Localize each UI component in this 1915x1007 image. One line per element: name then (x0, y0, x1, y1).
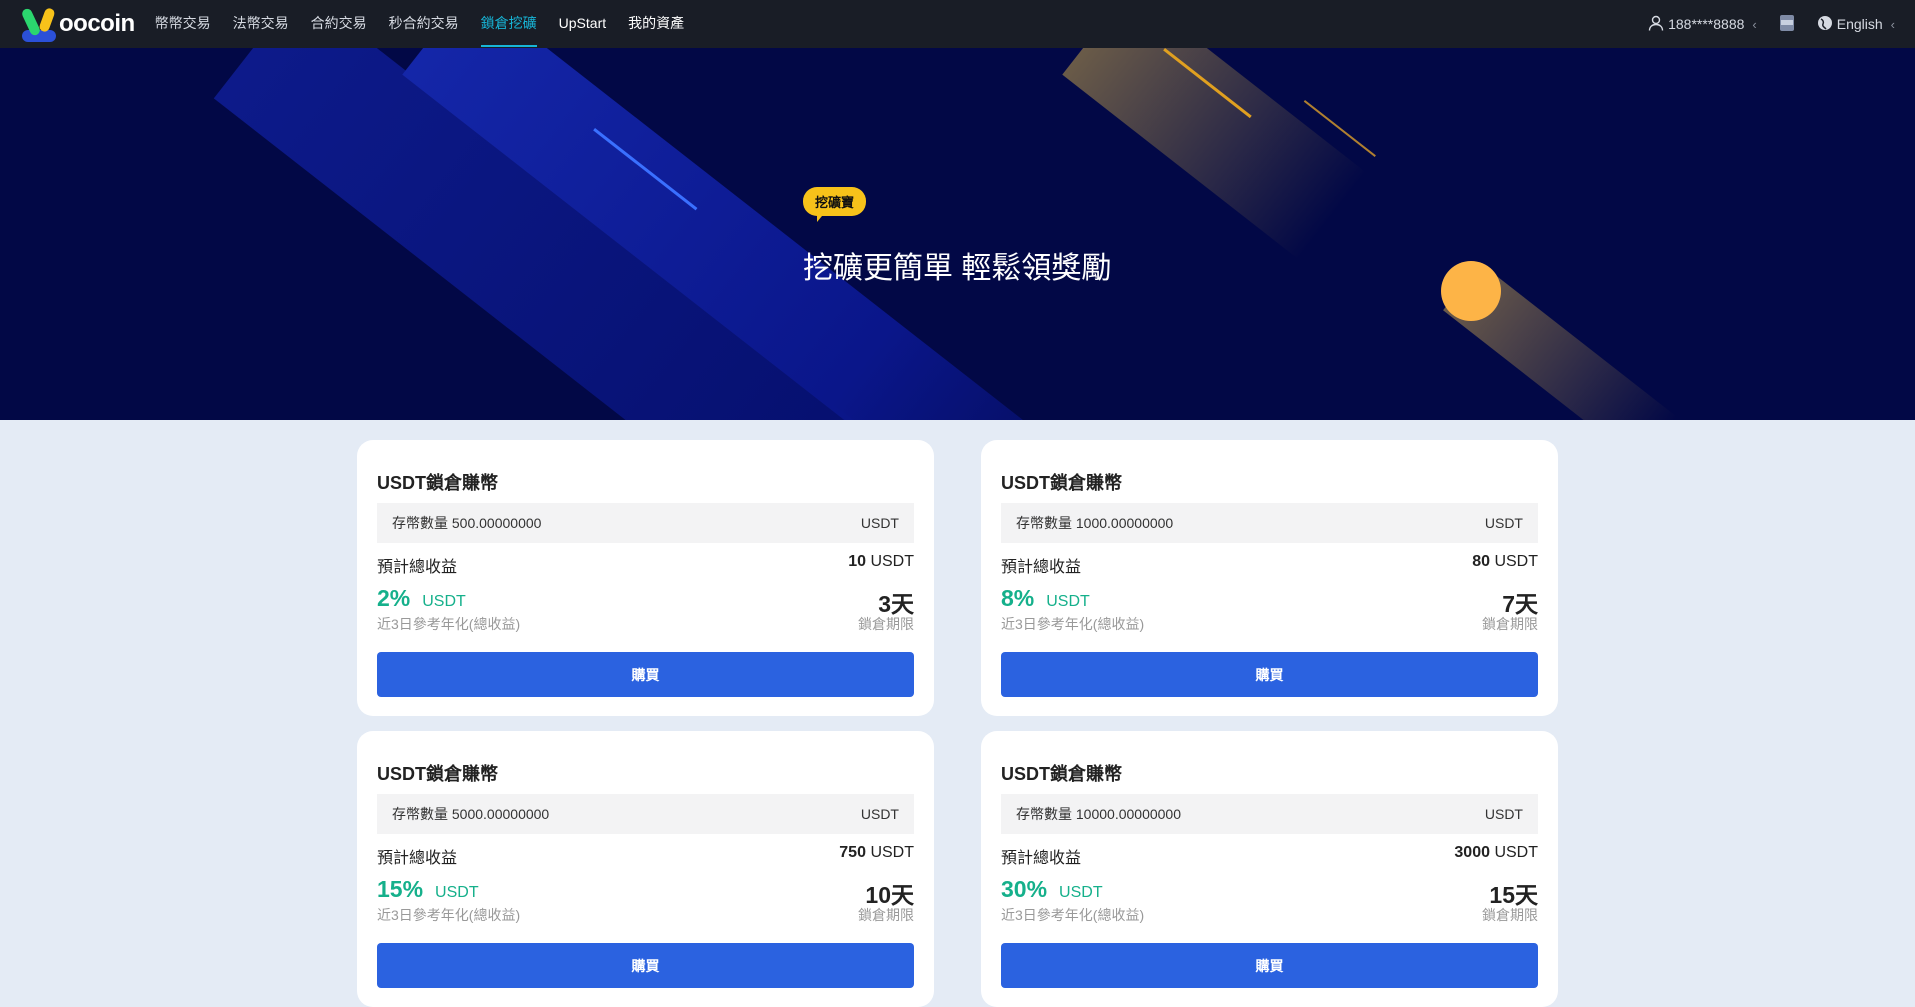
qty-unit: USDT (860, 806, 899, 822)
app-download-icon[interactable] (1779, 14, 1795, 35)
days-label: 鎖倉期限 (858, 616, 914, 632)
user-account[interactable]: 188****8888 (1668, 16, 1744, 32)
income-label: 預計總收益 (1001, 559, 1082, 576)
rate-label: 近3日參考年化(總收益) (377, 616, 521, 632)
qty-value: 500.00000000 (451, 515, 542, 531)
product-card: USDT鎖倉賺幣 存幣數量 1000.00000000 USDT 預計總收益 80 … (981, 440, 1558, 716)
qty-label: 存幣數量 (1016, 806, 1072, 822)
nav-spot[interactable]: 幣幣交易 (155, 0, 211, 48)
card-title: USDT鎖倉賺幣 (1001, 764, 1122, 784)
nav-second-contract[interactable]: 秒合約交易 (389, 0, 459, 48)
rate-unit: USDT (1046, 593, 1090, 610)
globe-icon[interactable] (1817, 15, 1833, 34)
banner-tag: 挖礦寶 (803, 187, 867, 216)
buy-button[interactable]: 購買 (377, 943, 914, 988)
rate-unit: USDT (435, 884, 479, 901)
qty-label: 存幣數量 (392, 515, 448, 531)
nav-fiat[interactable]: 法幣交易 (233, 0, 289, 48)
top-nav: oocoin 幣幣交易 法幣交易 合約交易 秒合約交易 鎖倉挖礦 UpStart… (0, 0, 1915, 48)
nav-upstart[interactable]: UpStart (559, 0, 606, 48)
income-unit: USDT (1494, 553, 1538, 570)
income-value: 750 (839, 844, 866, 861)
qty-value: 5000.00000000 (451, 806, 550, 822)
buy-button[interactable]: 購買 (1001, 943, 1538, 988)
income-value: 3000 (1454, 844, 1490, 861)
income-value: 80 (1472, 553, 1490, 570)
chevron-icon[interactable]: ‹ (1752, 17, 1756, 32)
qty-unit: USDT (860, 515, 899, 531)
buy-button[interactable]: 購買 (377, 652, 914, 697)
rate-label: 近3日參考年化(總收益) (377, 907, 521, 923)
logo-mark-icon (20, 6, 58, 42)
card-title: USDT鎖倉賺幣 (1001, 473, 1122, 493)
income-label: 預計總收益 (1001, 850, 1082, 867)
qty-value: 1000.00000000 (1075, 515, 1174, 531)
deposit-amount: 存幣數量 500.00000000 USDT (377, 503, 914, 543)
qty-label: 存幣數量 (1016, 515, 1072, 531)
income-unit: USDT (870, 553, 914, 570)
rate-value: 2% (377, 585, 411, 611)
product-card: USDT鎖倉賺幣 存幣數量 10000.00000000 USDT 預計總收益 30… (981, 731, 1558, 1007)
buy-button[interactable]: 購買 (1001, 652, 1538, 697)
income-unit: USDT (1494, 844, 1538, 861)
income-value: 10 (848, 553, 866, 570)
income-label: 預計總收益 (377, 559, 458, 576)
rate-unit: USDT (422, 593, 466, 610)
stripe (1062, 48, 1367, 260)
logo[interactable]: oocoin (20, 6, 135, 42)
qty-unit: USDT (1484, 515, 1523, 531)
days-label: 鎖倉期限 (1482, 616, 1538, 632)
rate-value: 15% (377, 876, 424, 902)
rate-value: 8% (1001, 585, 1035, 611)
nav-assets[interactable]: 我的資產 (628, 0, 684, 48)
income-unit: USDT (870, 844, 914, 861)
chevron-icon[interactable]: ‹ (1891, 17, 1895, 32)
language-selector[interactable]: English (1837, 16, 1883, 32)
card-title: USDT鎖倉賺幣 (377, 473, 498, 493)
user-icon[interactable] (1648, 15, 1664, 34)
days-label: 鎖倉期限 (1482, 907, 1538, 923)
days-label: 鎖倉期限 (858, 907, 914, 923)
rate-label: 近3日參考年化(總收益) (1001, 907, 1145, 923)
qty-label: 存幣數量 (392, 806, 448, 822)
banner-title: 挖礦更簡單 輕鬆領獎勵 (803, 252, 1112, 285)
rate-unit: USDT (1059, 884, 1103, 901)
income-label: 預計總收益 (377, 850, 458, 867)
hero-banner: 挖礦寶 挖礦更簡單 輕鬆領獎勵 (0, 48, 1915, 420)
sun-decoration (1441, 261, 1501, 321)
qty-unit: USDT (1484, 806, 1523, 822)
logo-text: oocoin (59, 10, 135, 37)
nav-contract[interactable]: 合約交易 (311, 0, 367, 48)
nav-lock-mining[interactable]: 鎖倉挖礦 (480, 0, 537, 48)
card-title: USDT鎖倉賺幣 (377, 764, 498, 784)
rate-label: 近3日參考年化(總收益) (1001, 616, 1145, 632)
product-card: USDT鎖倉賺幣 存幣數量 500.00000000 USDT 預計總收益 10 U… (357, 440, 934, 716)
product-card: USDT鎖倉賺幣 存幣數量 5000.00000000 USDT 預計總收益 750… (357, 731, 934, 1007)
rate-value: 30% (1001, 876, 1048, 902)
deposit-amount: 存幣數量 10000.00000000 USDT (1001, 794, 1538, 834)
deposit-amount: 存幣數量 1000.00000000 USDT (1001, 503, 1538, 543)
deposit-amount: 存幣數量 5000.00000000 USDT (377, 794, 914, 834)
qty-value: 10000.00000000 (1075, 806, 1181, 822)
